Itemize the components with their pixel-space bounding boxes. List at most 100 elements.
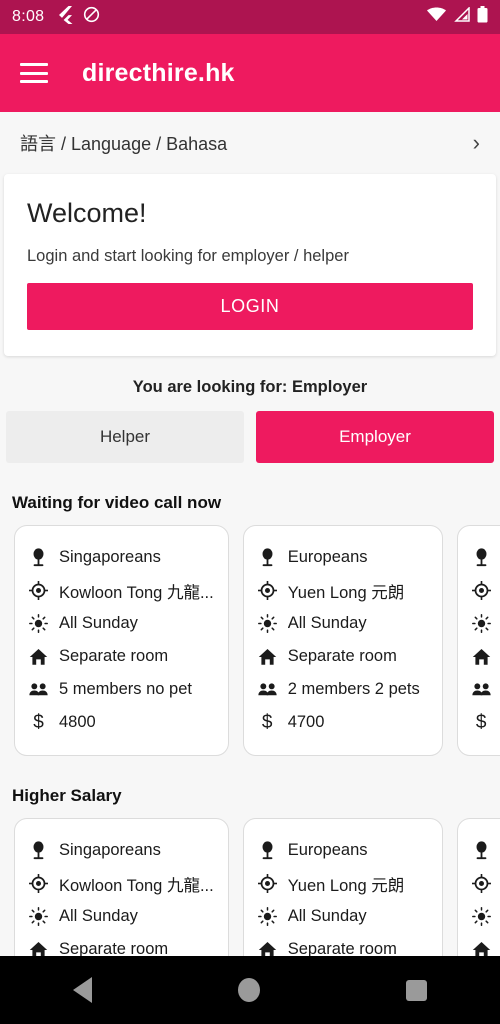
card-dayoff-text: All Sunday: [287, 907, 367, 925]
location-target-icon: [29, 581, 48, 600]
people-icon: [472, 680, 491, 699]
status-bar-time: 8:08: [12, 8, 45, 25]
card-location: I: [471, 867, 500, 900]
card-dayoff: All Sunday: [257, 607, 428, 640]
dollar-icon: $: [261, 711, 273, 733]
scroll-body[interactable]: 語言 / Language / Bahasa › Welcome! Login …: [0, 112, 500, 1024]
dollar-icon: $: [475, 711, 487, 733]
card-nationality-text: Europeans: [287, 548, 368, 566]
card-salary: $4800: [29, 706, 214, 739]
do-not-disturb-icon: [83, 6, 100, 28]
language-label: 語言 / Language / Bahasa: [20, 134, 228, 154]
card-nationality-text: Singaporeans: [59, 548, 161, 566]
card-salary: $4: [472, 706, 500, 739]
chevron-right-icon: ›: [472, 130, 480, 155]
language-selector-row[interactable]: 語言 / Language / Bahasa ›: [0, 112, 500, 174]
location-target-icon: [471, 874, 491, 893]
person-pin-icon: [258, 548, 277, 567]
back-button[interactable]: [73, 977, 92, 1003]
tab-employer[interactable]: Employer: [256, 411, 494, 463]
android-navigation-bar: [0, 956, 500, 1024]
card-rail[interactable]: Singaporeans Kowloon Tong 九龍... All Sunday…: [0, 525, 500, 756]
app-title: directhire.hk: [82, 58, 235, 87]
card-nationality-text: Singaporeans: [59, 841, 161, 859]
card-household-text: 5 members no pet: [59, 680, 192, 698]
listing-section: Waiting for video call now Singaporeans Ko…: [0, 493, 500, 756]
listing-card[interactable]: AIAS3$4: [456, 525, 500, 756]
card-room: Separate room: [29, 640, 214, 673]
card-nationality: Singaporeans: [29, 541, 214, 574]
card-room-text: Separate room: [59, 647, 169, 665]
card-location-text: Yuen Long 元朗: [287, 876, 405, 895]
looking-for-prompt: You are looking for: Employer: [132, 378, 368, 396]
person-pin-icon: [29, 841, 48, 860]
card-nationality-text: Europeans: [287, 841, 368, 859]
card-room: Separate room: [258, 640, 428, 673]
people-icon: [258, 680, 277, 699]
welcome-subtitle: Login and start looking for employer / h…: [27, 247, 349, 265]
location-target-icon: [257, 581, 277, 600]
card-nationality: Singaporeans: [29, 834, 214, 867]
hamburger-line: [20, 63, 48, 66]
battery-icon: [477, 6, 488, 28]
home-icon: [29, 647, 48, 666]
card-nationality: Europeans: [258, 834, 428, 867]
listing-card[interactable]: Singaporeans Kowloon Tong 九龍... All Sunday…: [14, 525, 229, 756]
role-toggle-group: Helper Employer: [0, 411, 500, 463]
sun-icon: [471, 907, 491, 926]
person-pin-icon: [472, 548, 491, 567]
card-location-text: Kowloon Tong 九龍...: [59, 583, 214, 602]
card-location: Kowloon Tong 九龍...: [29, 574, 214, 607]
card-location: Yuen Long 元朗: [257, 574, 428, 607]
hamburger-menu-icon[interactable]: [20, 63, 48, 83]
hamburger-line: [20, 71, 48, 75]
sun-icon: [471, 614, 491, 633]
card-location-text: Yuen Long 元朗: [287, 583, 405, 602]
hamburger-line: [20, 80, 48, 83]
person-pin-icon: [258, 841, 277, 860]
card-location: Yuen Long 元朗: [257, 867, 428, 900]
signal-icon: [453, 6, 470, 27]
person-pin-icon: [472, 841, 491, 860]
card-salary-text: 4800: [59, 713, 96, 731]
card-household-text: 2 members 2 pets: [287, 680, 420, 698]
card-room: S: [472, 640, 500, 673]
card-dayoff-text: All Sunday: [287, 614, 367, 632]
card-household: 5 members no pet: [29, 673, 214, 706]
card-location: Kowloon Tong 九龍...: [29, 867, 214, 900]
location-target-icon: [471, 581, 491, 600]
sections-host: Waiting for video call now Singaporeans Ko…: [0, 493, 500, 1024]
section-title: Waiting for video call now: [12, 493, 222, 512]
app-bar: directhire.hk: [0, 34, 500, 112]
sun-icon: [29, 907, 48, 926]
card-dayoff: A: [471, 900, 500, 933]
card-dayoff: All Sunday: [29, 607, 214, 640]
card-salary-text: 4700: [287, 713, 325, 731]
flutter-icon: [58, 5, 73, 29]
card-room-text: Separate room: [287, 647, 397, 665]
card-location-text: Kowloon Tong 九龍...: [59, 876, 214, 895]
location-target-icon: [257, 874, 277, 893]
card-nationality: A: [472, 541, 500, 574]
card-household: 3: [472, 673, 500, 706]
card-dayoff: A: [471, 607, 500, 640]
tab-helper[interactable]: Helper: [6, 411, 244, 463]
app-root: 8:08 directhire.hk 語言 / Language / Bahas…: [0, 0, 500, 1024]
login-button[interactable]: LOGIN: [27, 283, 473, 330]
wifi-icon: [427, 7, 446, 27]
card-location: I: [471, 574, 500, 607]
card-dayoff: All Sunday: [29, 900, 214, 933]
sun-icon: [257, 907, 277, 926]
location-target-icon: [29, 874, 48, 893]
listing-card[interactable]: Europeans Yuen Long 元朗 All Sunday Separate …: [242, 525, 443, 756]
sun-icon: [29, 614, 48, 633]
card-dayoff-text: All Sunday: [59, 907, 138, 925]
recents-button[interactable]: [406, 979, 427, 1001]
home-button[interactable]: [238, 978, 260, 1002]
home-icon: [472, 647, 491, 666]
status-bar: 8:08: [0, 0, 500, 34]
welcome-title: Welcome!: [27, 198, 147, 228]
welcome-card: Welcome! Login and start looking for emp…: [4, 174, 496, 356]
status-bar-right-icons: [427, 6, 488, 28]
home-icon: [258, 647, 277, 666]
